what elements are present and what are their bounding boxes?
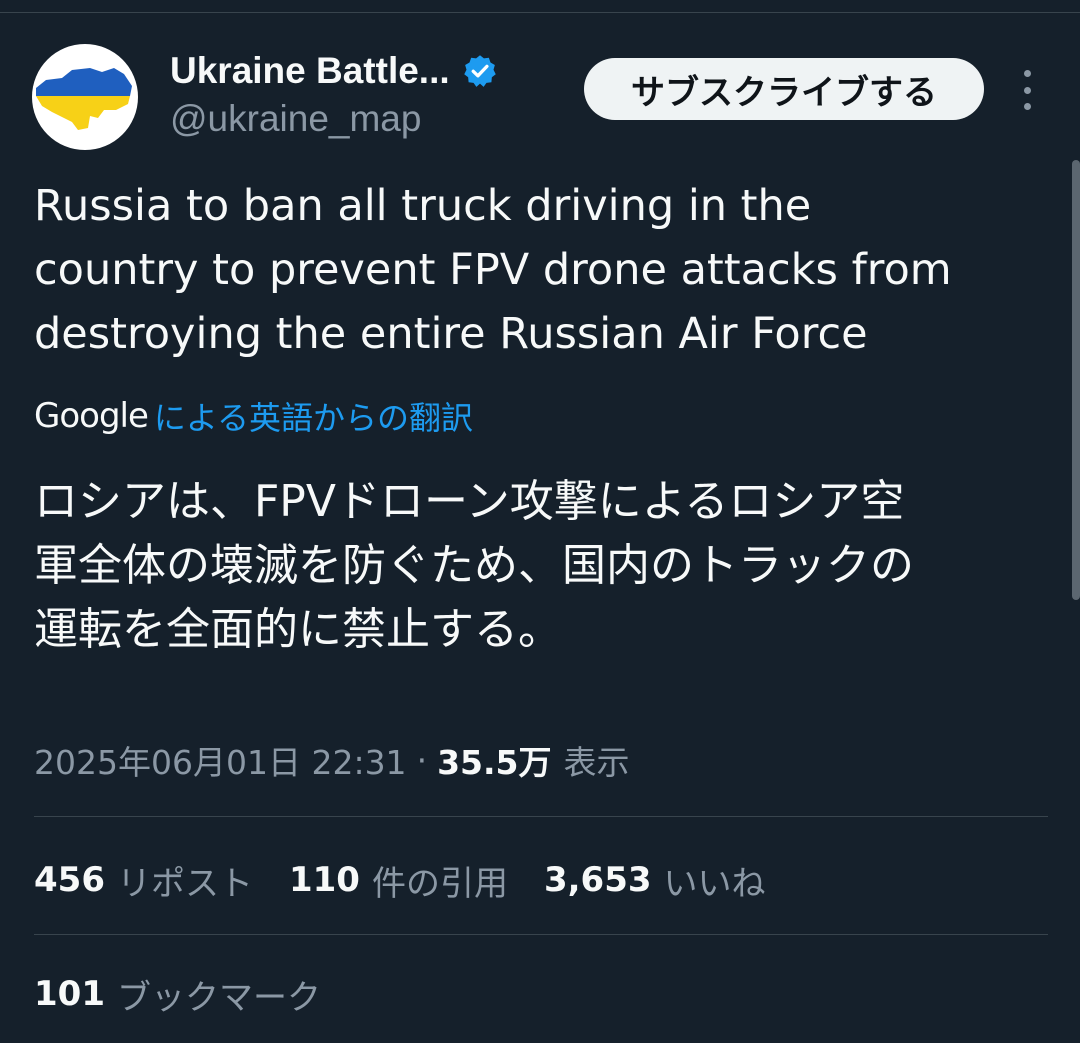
translated-text-line: 軍全体の壊滅を防ぐため、国内のトラックの xyxy=(34,540,914,591)
quotes-label: 件の引用 xyxy=(371,863,508,904)
translated-text-line: ロシアは、FPVドローン攻撃によるロシア空 xyxy=(34,476,905,527)
likes-label: いいね xyxy=(663,863,766,904)
top-divider xyxy=(0,12,1080,13)
separator: · xyxy=(416,740,428,780)
likes-stat[interactable]: 3,653 いいね xyxy=(544,856,766,905)
engagement-stats: 456 リポスト 110 件の引用 3,653 いいね xyxy=(34,852,802,908)
reposts-stat[interactable]: 456 リポスト xyxy=(34,856,253,905)
ukraine-flag-map-icon xyxy=(36,68,132,130)
quotes-count: 110 xyxy=(288,860,360,900)
tweet-text: Russia to ban all truck driving in the c… xyxy=(34,174,1044,366)
translated-text-line: 運転を全面的に禁止する。 xyxy=(34,604,562,655)
likes-count: 3,653 xyxy=(543,860,652,900)
verified-badge-icon xyxy=(463,55,496,87)
bookmarks-count: 101 xyxy=(34,974,105,1014)
display-name[interactable]: Ukraine Battle... xyxy=(170,50,450,92)
timestamp[interactable]: 2025年06月01日 22:31 xyxy=(34,736,407,784)
views-count[interactable]: 35.5万 xyxy=(437,736,551,784)
handle[interactable]: @ukraine_map xyxy=(170,98,421,140)
google-logo: Google xyxy=(34,396,149,436)
tweet-text-line: country to prevent FPV drone attacks fro… xyxy=(34,245,952,295)
bookmarks-label: ブックマーク xyxy=(116,977,321,1018)
tweet-text-line: Russia to ban all truck driving in the xyxy=(34,181,812,231)
reposts-label: リポスト xyxy=(116,863,253,904)
avatar[interactable] xyxy=(32,44,138,150)
quotes-stat[interactable]: 110 件の引用 xyxy=(289,856,508,905)
tweet-meta: 2025年06月01日 22:31 · 35.5万 表示 xyxy=(34,732,629,788)
translated-text: ロシアは、FPVドローン攻撃によるロシア空 軍全体の壊滅を防ぐため、国内のトラッ… xyxy=(34,470,1044,662)
tweet-text-line: destroying the entire Russian Air Force xyxy=(34,309,868,359)
more-options-icon[interactable] xyxy=(1014,70,1040,110)
bookmarks-stat[interactable]: 101 ブックマーク xyxy=(34,966,321,1022)
translation-attribution: Google による英語からの翻訳 xyxy=(34,392,473,440)
author-name-row[interactable]: Ukraine Battle... xyxy=(170,46,498,96)
divider xyxy=(34,934,1048,935)
scrollbar[interactable] xyxy=(1072,160,1080,600)
subscribe-button[interactable]: サブスクライブする xyxy=(584,58,984,120)
views-label[interactable]: 表示 xyxy=(563,736,629,784)
reposts-count: 456 xyxy=(34,860,105,900)
translation-link[interactable]: による英語からの翻訳 xyxy=(154,393,473,439)
divider xyxy=(34,816,1048,817)
